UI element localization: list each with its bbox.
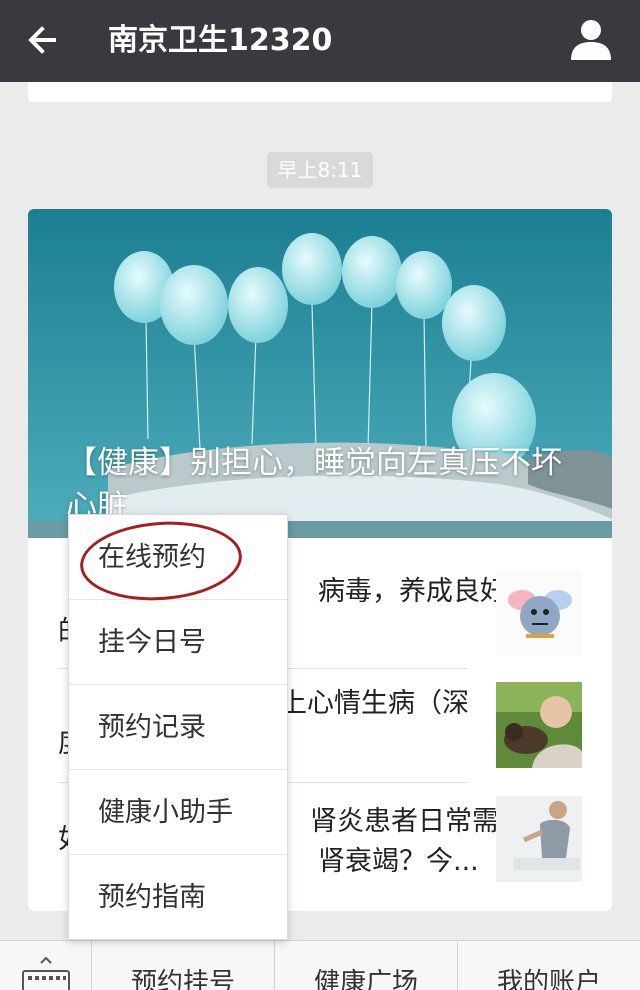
list-item-text: 肾炎患者日常需 <box>310 806 499 837</box>
top-bar: 南京卫生12320 <box>0 0 640 82</box>
bottom-menu-bar: 预约挂号 健康广场 我的账户 <box>0 940 640 990</box>
tab-appointment-registration[interactable]: 预约挂号 <box>92 941 275 990</box>
thumbnail-flu-virus[interactable] <box>496 570 582 656</box>
thumbnail-back-pain[interactable] <box>496 796 582 882</box>
list-item-text: 病毒，养成良好 <box>318 576 507 607</box>
menu-item-today-registration[interactable]: 挂今日号 <box>69 600 287 685</box>
virus-cartoon-icon <box>496 570 582 656</box>
list-item-text: 肾衰竭？今... <box>318 846 479 877</box>
previous-message-card <box>28 82 612 102</box>
user-profile-icon[interactable] <box>568 16 614 62</box>
keyboard-toggle[interactable] <box>0 941 92 990</box>
message-timestamp: 早上8:11 <box>267 152 373 188</box>
menu-item-online-appointment[interactable]: 在线预约 <box>69 515 287 600</box>
photo-icon <box>496 796 582 882</box>
keyboard-icon <box>22 956 70 990</box>
tab-my-account[interactable]: 我的账户 <box>458 941 640 990</box>
popup-submenu: 在线预约 挂今日号 预约记录 健康小助手 预约指南 <box>68 514 288 940</box>
back-arrow-icon[interactable] <box>22 18 66 62</box>
menu-item-appointment-guide[interactable]: 预约指南 <box>69 855 287 940</box>
list-item-text: 上心情生病（深 <box>280 688 469 719</box>
thumbnail-man-with-dog[interactable] <box>496 682 582 768</box>
tab-health-square[interactable]: 健康广场 <box>275 941 458 990</box>
photo-icon <box>496 682 582 768</box>
menu-item-appointment-records[interactable]: 预约记录 <box>69 685 287 770</box>
page-title: 南京卫生12320 <box>108 23 333 58</box>
menu-item-health-assistant[interactable]: 健康小助手 <box>69 770 287 855</box>
